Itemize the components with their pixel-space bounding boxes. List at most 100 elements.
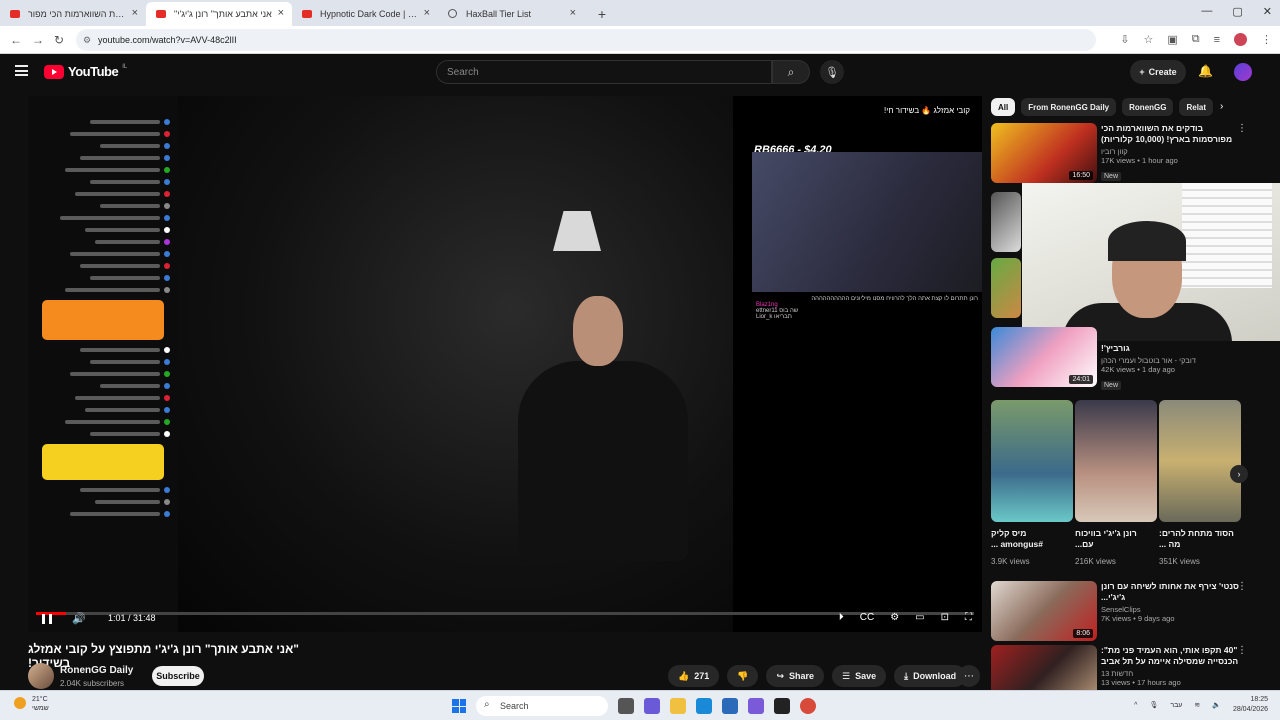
task-view-icon[interactable] [618,698,634,714]
file-explorer-icon[interactable] [670,698,686,714]
channel-avatar[interactable] [28,663,54,689]
recommendation-channel[interactable]: דובקי - אור בוטבול ועמרי הכהן [1101,356,1241,365]
menu-dots-icon[interactable]: ⋮ [1237,645,1247,656]
subscribe-button[interactable]: Subscribe [152,666,204,686]
browser-tab-active[interactable]: "אני אתבע אותך" רונן ג'יג'י × [146,2,292,26]
recommendation-channel[interactable]: SenselClips [1101,605,1241,614]
download-button[interactable]: ⤓ Download [894,665,967,687]
wifi-icon[interactable]: ≋ [1194,701,1200,709]
recommendation-title[interactable]: סנטי' צירף את אחותו לשיחה עם רונן ג'יג'י… [1101,581,1241,603]
volume-icon[interactable]: 🔊 [72,612,86,625]
browser-tab[interactable]: בודקים את השווארמות הכי מפור × [0,2,146,26]
create-button[interactable]: + Create [1130,60,1186,84]
menu-dots-icon[interactable]: ⋮ [1261,33,1272,46]
voice-search-button[interactable]: 🎙 [820,60,844,84]
recommendation-item[interactable]: 16:50 בודקים את השווארמות הכי מפורסמות ב… [991,123,1261,185]
extension-icon[interactable]: ▣ [1167,33,1177,46]
youtube-logo[interactable]: YouTube IL [44,64,127,79]
chip-ronengg[interactable]: RonenGG [1122,98,1174,116]
recommendation-channel[interactable]: קוון רוביו [1101,147,1241,156]
menu-dots-icon[interactable]: ⋮ [1237,581,1247,592]
recommendation-channel[interactable]: חדשות 13 [1101,669,1241,678]
chevron-right-icon[interactable]: › [1220,101,1223,112]
profile-avatar[interactable] [1234,33,1247,46]
browser-tab[interactable]: Hypnotic Dark Code | Futuristic × [292,2,438,26]
more-actions-button[interactable]: ⋯ [958,665,980,687]
hamburger-menu-icon[interactable] [15,65,28,76]
recommendation-title[interactable]: גורביץ'! [1101,343,1241,354]
url-field[interactable]: ⚙ youtube.com/watch?v=AVV-48c2lII [76,29,1096,51]
recommendation-title[interactable]: בודקים את השווארמות הכי מפורסמות בארץ! (… [1101,123,1241,145]
account-avatar[interactable] [1234,63,1252,81]
video-thumbnail[interactable]: 8:06 [991,581,1097,641]
media-icon[interactable]: ≡ [1214,34,1220,46]
dislike-button[interactable]: 👎 [727,665,759,687]
share-button[interactable]: ↪ Share [766,665,825,687]
chip-all[interactable]: All [991,98,1016,116]
short-thumbnail[interactable] [1075,400,1157,522]
close-icon[interactable]: × [132,7,138,19]
captions-icon[interactable]: CC [860,612,874,623]
recommendation-title[interactable]: "40 תקפו אותי, הוא העמיד פני מת": הכנסיי… [1101,645,1241,667]
language-indicator[interactable]: עבר [1170,702,1182,709]
recommendation-item[interactable]: 8:06 סנטי' צירף את אחותו לשיחה עם רונן ג… [991,581,1261,641]
recommendation-item[interactable]: 24:01 גורביץ'! דובקי - אור בוטבול ועמרי … [991,327,1261,403]
teams-icon[interactable] [644,698,660,714]
chevron-up-icon[interactable]: ^ [1134,702,1137,709]
save-button[interactable]: ☰ Save [832,665,887,687]
notifications-bell-icon[interactable]: 🔔 [1198,64,1213,78]
recommendation-item[interactable]: "40 תקפו אותי, הוא העמיד פני מת": הכנסיי… [991,645,1261,690]
shorts-next-button[interactable]: › [1230,465,1248,483]
maximize-icon[interactable]: ▢ [1232,5,1242,18]
like-button[interactable]: 👍 271 [668,665,720,687]
site-info-icon[interactable]: ⚙ [83,35,91,46]
close-window-icon[interactable]: ✕ [1263,5,1272,18]
channel-name[interactable]: RonenGG Daily [60,665,133,676]
close-icon[interactable]: × [424,7,430,19]
app-icon[interactable] [774,698,790,714]
chip-from-channel[interactable]: From RonenGG Daily [1021,98,1117,116]
pause-icon[interactable] [42,614,52,624]
browser-tab[interactable]: HaxBall Tier List × [438,2,584,26]
weather-widget[interactable]: 21°C שמשי [14,695,49,713]
close-icon[interactable]: × [278,7,284,19]
search-button[interactable]: ⌕ [772,60,810,84]
video-thumbnail[interactable] [991,258,1021,318]
video-player[interactable]: קובי אמזלג 🔥 בשידור חי! RB6666 - $4.20 ר… [28,96,982,632]
short-thumbnail[interactable] [1159,400,1241,522]
autoplay-toggle-icon[interactable]: ⏵ [839,612,844,623]
taskbar-search[interactable]: ⌕ Search [476,696,608,716]
video-thumbnail[interactable] [991,645,1097,690]
puzzle-icon[interactable]: ⧉ [1192,33,1200,46]
video-thumbnail[interactable]: 16:50 [991,123,1097,183]
short-title[interactable]: רונן ג'יג'י בוויכוח עם... [1075,528,1155,550]
discord-icon[interactable] [748,698,764,714]
menu-dots-icon[interactable]: ⋮ [1237,123,1247,134]
video-thumbnail[interactable] [991,192,1021,252]
miniplayer-icon[interactable]: ▭ [915,612,924,623]
forward-icon[interactable]: → [32,33,44,47]
install-icon[interactable]: ⇩ [1120,33,1129,46]
short-thumbnail[interactable] [991,400,1073,522]
windows-start-icon[interactable] [452,699,466,713]
video-thumbnail[interactable]: 24:01 [991,327,1097,387]
clock[interactable]: 18:25 28/04/2026 [1233,695,1268,715]
bookmark-star-icon[interactable]: ☆ [1143,33,1153,46]
settings-gear-icon[interactable]: ⚙ [890,612,899,623]
new-tab-button[interactable]: + [590,2,614,26]
reload-icon[interactable]: ↻ [54,33,64,47]
back-icon[interactable]: ← [10,33,22,47]
chip-related[interactable]: Relat [1179,98,1214,116]
store-icon[interactable] [722,698,738,714]
close-icon[interactable]: × [570,7,576,19]
cast-icon[interactable]: ⊡ [941,612,949,623]
minimize-icon[interactable]: — [1201,5,1212,18]
search-input[interactable]: Search [436,60,772,84]
short-title[interactable]: מיס קליק #amongus ... [991,528,1071,550]
edge-icon[interactable] [696,698,712,714]
speaker-icon[interactable]: 🔈 [1212,701,1221,709]
chrome-icon[interactable] [800,698,816,714]
microphone-icon[interactable]: 🎙 [1149,701,1158,709]
fullscreen-icon[interactable]: ⛶ [965,612,972,623]
short-title[interactable]: הסוד מתחת להרים: מה ... [1159,528,1239,550]
